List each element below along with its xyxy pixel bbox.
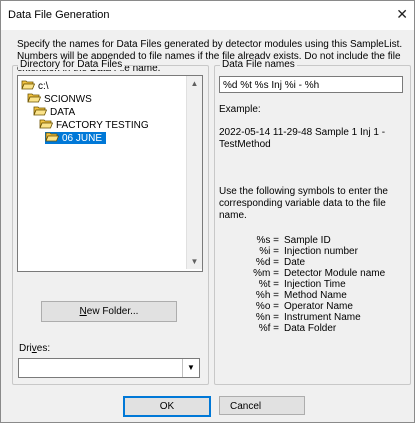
tree-item-root[interactable]: c:\: [21, 80, 49, 92]
tree-item-06-june[interactable]: 06 JUNE: [45, 132, 107, 144]
open-folder-icon: [45, 132, 59, 142]
directory-group-label: Directory for Data Files: [18, 59, 125, 70]
drives-label: Drives:: [19, 343, 51, 354]
window-title: Data File Generation: [8, 9, 110, 21]
scroll-up-icon[interactable]: ▲: [187, 76, 202, 91]
dialog-window: Data File Generation ✕ Specify the names…: [0, 0, 415, 423]
chevron-down-icon[interactable]: ▼: [182, 359, 199, 377]
datafile-group-label: Data File names: [220, 59, 297, 70]
close-icon[interactable]: ✕: [396, 6, 408, 23]
ok-button[interactable]: OK: [123, 396, 211, 417]
symbol-row: %f = Data Folder: [258, 323, 337, 334]
example-label: Example:: [219, 104, 261, 115]
tree-scrollbar[interactable]: ▲ ▼: [186, 76, 202, 269]
tree-item-label: c:\: [38, 81, 49, 92]
tree-item-label: 06 JUNE: [62, 133, 103, 144]
tree-item-label: DATA: [50, 107, 76, 118]
scroll-down-icon[interactable]: ▼: [187, 254, 202, 269]
title-bar[interactable]: Data File Generation ✕: [1, 1, 414, 30]
open-folder-icon: [39, 119, 53, 129]
drives-select[interactable]: ▼: [18, 358, 200, 378]
symbols-instructions: Use the following symbols to enter the c…: [219, 186, 388, 221]
directory-tree[interactable]: c:\ SCIONWS DATA FACTORY TESTING 06 JUNE…: [17, 75, 203, 272]
tree-item-scionws[interactable]: SCIONWS: [27, 93, 92, 105]
tree-item-label: FACTORY TESTING: [56, 120, 149, 131]
tree-item-data[interactable]: DATA: [33, 106, 75, 118]
example-value: 2022-05-14 11-29-48 Sample 1 Inj 1 - Tes…: [219, 127, 386, 150]
new-folder-button[interactable]: New Folder...: [41, 301, 177, 322]
open-folder-icon: [33, 106, 47, 116]
file-name-pattern-input[interactable]: %d %t %s Inj %i - %h: [219, 76, 403, 93]
tree-item-label: SCIONWS: [44, 94, 92, 105]
open-folder-icon: [27, 93, 41, 103]
cancel-button[interactable]: Cancel: [219, 396, 305, 415]
open-folder-icon: [21, 80, 35, 90]
tree-item-factory-testing[interactable]: FACTORY TESTING: [39, 119, 149, 131]
